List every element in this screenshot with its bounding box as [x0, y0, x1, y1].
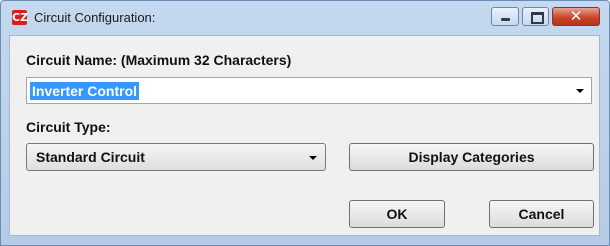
minimize-button[interactable]	[491, 7, 519, 26]
close-button[interactable]: ✕	[552, 7, 600, 26]
maximize-button[interactable]	[522, 7, 549, 26]
circuit-name-combobox[interactable]: Inverter Control	[26, 77, 592, 104]
chevron-down-icon[interactable]	[309, 156, 317, 160]
circuit-type-select[interactable]: Standard Circuit	[26, 143, 326, 171]
cancel-button[interactable]: Cancel	[489, 200, 594, 228]
circuit-name-input[interactable]: Inverter Control	[30, 82, 140, 100]
minimize-icon	[501, 18, 510, 21]
cz-app-icon: CZ	[12, 10, 29, 25]
maximize-icon	[531, 12, 544, 24]
circuit-type-value: Standard Circuit	[36, 149, 145, 165]
window-title: Circuit Configuration:	[34, 10, 156, 25]
circuit-configuration-dialog: CZ Circuit Configuration: ✕ Circuit Name…	[0, 0, 610, 246]
close-icon: ✕	[569, 7, 583, 25]
display-categories-button[interactable]: Display Categories	[349, 143, 594, 171]
circuit-type-label: Circuit Type:	[26, 119, 111, 135]
dialog-body: Circuit Name: (Maximum 32 Characters) In…	[9, 35, 600, 236]
circuit-name-label: Circuit Name: (Maximum 32 Characters)	[26, 52, 292, 68]
ok-button[interactable]: OK	[349, 200, 445, 228]
title-bar[interactable]: CZ Circuit Configuration: ✕	[1, 1, 609, 35]
chevron-down-icon[interactable]	[576, 89, 584, 93]
